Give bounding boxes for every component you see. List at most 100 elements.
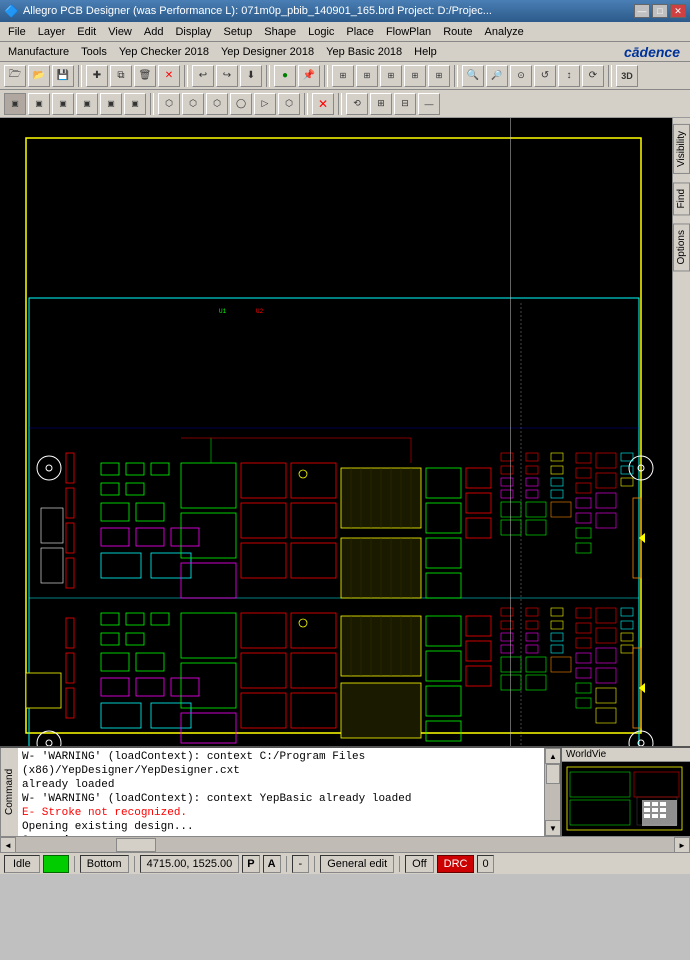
tb-grid1[interactable]: ⊞ xyxy=(332,65,354,87)
tb2-b14[interactable]: ⟲ xyxy=(346,93,368,115)
log-line-6: Command > xyxy=(22,834,540,836)
tb-sep-2 xyxy=(184,65,188,87)
status-bar: Idle Bottom 4715.00, 1525.00 P A - Gener… xyxy=(0,852,690,874)
minimap-area: WorldVie xyxy=(560,748,690,836)
tb2-b7[interactable]: ⬡ xyxy=(158,93,180,115)
status-sep-2 xyxy=(134,856,135,872)
minimize-button[interactable]: — xyxy=(634,4,650,18)
tb-zoom-in[interactable]: 🔍 xyxy=(462,65,484,87)
tb-delete[interactable]: 🗑 xyxy=(134,65,156,87)
tb-check[interactable]: ● xyxy=(274,65,296,87)
find-tab[interactable]: Find xyxy=(673,182,690,215)
app-title: Allegro PCB Designer (was Performance L)… xyxy=(23,5,492,17)
menu-add[interactable]: Add xyxy=(138,24,170,40)
status-indicator xyxy=(43,855,69,873)
hscroll-left-btn[interactable]: ◄ xyxy=(0,837,16,853)
tb2-b8[interactable]: ⬡ xyxy=(182,93,204,115)
tb2-b1[interactable]: ▣ xyxy=(4,93,26,115)
status-p: P xyxy=(242,855,259,873)
tb-pin[interactable]: 📌 xyxy=(298,65,320,87)
tb-grid5[interactable]: ⊞ xyxy=(428,65,450,87)
scroll-down-btn[interactable]: ▼ xyxy=(545,820,561,836)
tb-sep-6 xyxy=(608,65,612,87)
tb-cancel[interactable]: ✕ xyxy=(158,65,180,87)
pcb-canvas-svg: U1 U2 xyxy=(0,118,672,746)
hscroll-track xyxy=(16,837,674,852)
menu-shape[interactable]: Shape xyxy=(258,24,302,40)
tb2-cancel[interactable]: ✕ xyxy=(312,93,334,115)
tb-rotate[interactable]: ↺ xyxy=(534,65,556,87)
log-line-2: already loaded xyxy=(22,778,540,792)
tb-sep-3 xyxy=(266,65,270,87)
tb2-b15[interactable]: ⊞ xyxy=(370,93,392,115)
scroll-track xyxy=(545,764,560,820)
menu-yep-checker[interactable]: Yep Checker 2018 xyxy=(113,44,215,60)
horizontal-scrollbar[interactable]: ◄ ► xyxy=(0,836,690,852)
log-scrollbar[interactable]: ▲ ▼ xyxy=(544,748,560,836)
tb2-sep-2 xyxy=(304,93,308,115)
tb2-b17[interactable]: — xyxy=(418,93,440,115)
svg-text:U2: U2 xyxy=(256,308,264,315)
scroll-up-btn[interactable]: ▲ xyxy=(545,748,561,764)
tb2-b10[interactable]: ◯ xyxy=(230,93,252,115)
tb-grid2[interactable]: ⊞ xyxy=(356,65,378,87)
menu-place[interactable]: Place xyxy=(340,24,380,40)
tb-grid3[interactable]: ⊞ xyxy=(380,65,402,87)
tb2-b12[interactable]: ⬡ xyxy=(278,93,300,115)
tb2-b16[interactable]: ⊟ xyxy=(394,93,416,115)
tb2-b4[interactable]: ▣ xyxy=(76,93,98,115)
tb-open[interactable]: 🗁 xyxy=(4,65,26,87)
menu-help[interactable]: Help xyxy=(408,44,443,60)
menu-tools[interactable]: Tools xyxy=(75,44,113,60)
cadence-logo: cādence xyxy=(624,44,688,60)
svg-text:U1: U1 xyxy=(219,308,227,315)
menu-file[interactable]: File xyxy=(2,24,32,40)
tb-refresh[interactable]: ⟳ xyxy=(582,65,604,87)
title-bar: 🔷 Allegro PCB Designer (was Performance … xyxy=(0,0,690,22)
pcb-canvas-area[interactable]: U1 U2 xyxy=(0,118,672,746)
tb2-b2[interactable]: ▣ xyxy=(28,93,50,115)
menu-setup[interactable]: Setup xyxy=(218,24,259,40)
visibility-tab[interactable]: Visibility xyxy=(673,124,690,174)
tb-zoom-fit[interactable]: ⊙ xyxy=(510,65,532,87)
menu-layer[interactable]: Layer xyxy=(32,24,72,40)
menu-analyze[interactable]: Analyze xyxy=(479,24,530,40)
hscroll-right-btn[interactable]: ► xyxy=(674,837,690,853)
tb-3d[interactable]: 3D xyxy=(616,65,638,87)
menu-yep-basic[interactable]: Yep Basic 2018 xyxy=(320,44,408,60)
menu-manufacture[interactable]: Manufacture xyxy=(2,44,75,60)
tb-sep-1 xyxy=(78,65,82,87)
tb-add[interactable]: ✚ xyxy=(86,65,108,87)
menu-edit[interactable]: Edit xyxy=(71,24,102,40)
menu-view[interactable]: View xyxy=(102,24,138,40)
log-line-5: Opening existing design... xyxy=(22,820,540,834)
close-button[interactable]: ✕ xyxy=(670,4,686,18)
menu-logic[interactable]: Logic xyxy=(302,24,340,40)
options-tab[interactable]: Options xyxy=(673,223,690,271)
status-sep-3 xyxy=(286,856,287,872)
maximize-button[interactable]: □ xyxy=(652,4,668,18)
log-content-area[interactable]: W- 'WARNING' (loadContext): context C:/P… xyxy=(18,748,544,836)
status-sep-1 xyxy=(74,856,75,872)
tb-redo[interactable]: ⬇ xyxy=(240,65,262,87)
log-line-4: E- Stroke not recognized. xyxy=(22,806,540,820)
tb-mirror[interactable]: ↕ xyxy=(558,65,580,87)
tb2-b6[interactable]: ▣ xyxy=(124,93,146,115)
tb-undo[interactable]: ↩ xyxy=(192,65,214,87)
menu-route[interactable]: Route xyxy=(437,24,478,40)
tb2-b9[interactable]: ⬡ xyxy=(206,93,228,115)
tb2-b3[interactable]: ▣ xyxy=(52,93,74,115)
tb2-b5[interactable]: ▣ xyxy=(100,93,122,115)
menu-flowplan[interactable]: FlowPlan xyxy=(380,24,437,40)
menu-yep-designer[interactable]: Yep Designer 2018 xyxy=(215,44,320,60)
tb2-b11[interactable]: ▷ xyxy=(254,93,276,115)
tb-zoom-out[interactable]: 🔎 xyxy=(486,65,508,87)
tb-open2[interactable]: 📂 xyxy=(28,65,50,87)
status-off: Off xyxy=(405,855,433,873)
tb-undo2[interactable]: ↪ xyxy=(216,65,238,87)
tb-save[interactable]: 💾 xyxy=(52,65,74,87)
menu-display[interactable]: Display xyxy=(169,24,217,40)
status-error: DRC xyxy=(437,855,475,873)
tb-grid4[interactable]: ⊞ xyxy=(404,65,426,87)
tb-copy[interactable]: ⧉ xyxy=(110,65,132,87)
